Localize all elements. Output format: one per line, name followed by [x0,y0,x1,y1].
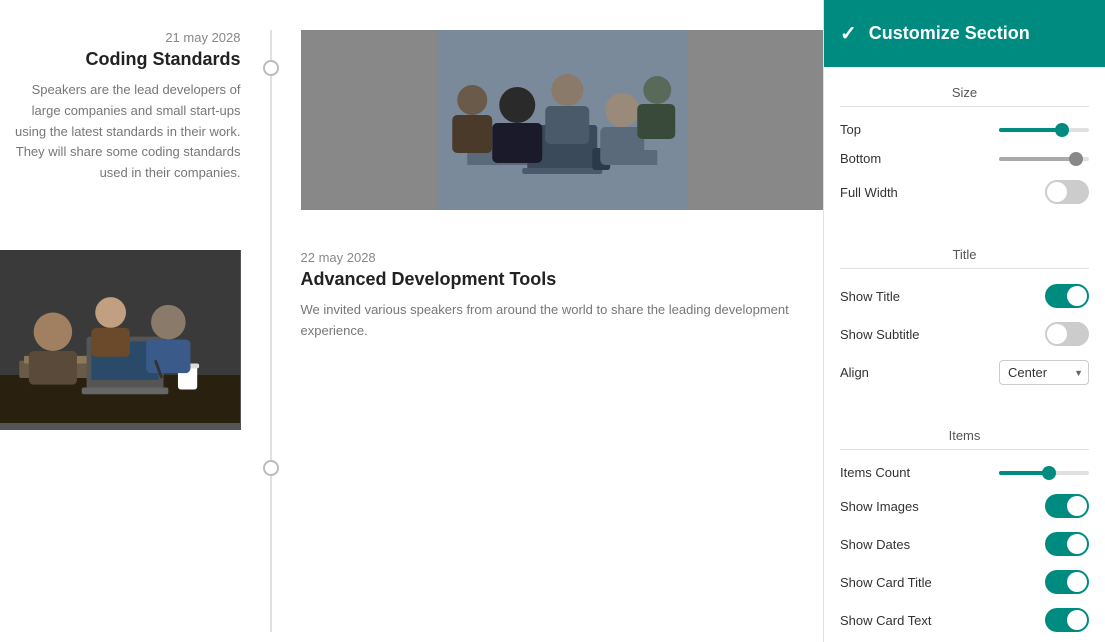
event-right-2: 22 may 2028 Advanced Development Tools W… [271,250,824,342]
show-card-title-label: Show Card Title [840,575,932,590]
show-card-title-toggle[interactable] [1045,570,1089,594]
title-section-label: Title [840,239,1089,269]
show-subtitle-toggle[interactable] [1045,322,1089,346]
show-title-toggle[interactable] [1045,284,1089,308]
show-dates-label: Show Dates [840,537,910,552]
items-section: Items Items Count Show Images Show Dates… [824,410,1105,642]
show-subtitle-label: Show Subtitle [840,327,920,342]
align-select-wrapper[interactable]: Center Left Right [999,360,1089,385]
event-row-1: 21 may 2028 Coding Standards Speakers ar… [0,30,823,210]
panel-header: ✓ Customize Section [824,0,1105,67]
event-title-2: Advanced Development Tools [301,269,824,290]
timeline-dot-2 [263,460,279,476]
show-dates-control: Show Dates [840,525,1089,563]
show-subtitle-control: Show Subtitle [840,315,1089,353]
show-card-text-label: Show Card Text [840,613,932,628]
show-title-label: Show Title [840,289,900,304]
top-slider[interactable] [999,128,1089,132]
items-count-label: Items Count [840,465,910,480]
fullwidth-label: Full Width [840,185,898,200]
size-section-label: Size [840,77,1089,107]
title-section: Title Show Title Show Subtitle Align Cen… [824,229,1105,402]
event-desc-1: Speakers are the lead developers of larg… [0,80,241,184]
show-dates-toggle[interactable] [1045,532,1089,556]
show-images-toggle[interactable] [1045,494,1089,518]
bottom-slider[interactable] [999,157,1089,161]
event-date-2: 22 may 2028 [301,250,824,265]
panel-title: Customize Section [869,23,1030,44]
event-right-1 [271,30,824,210]
right-panel: ✓ Customize Section Size Top Bottom Full… [823,0,1105,642]
event-left-1: 21 may 2028 Coding Standards Speakers ar… [0,30,271,184]
event-image-2 [0,250,241,430]
event-row-2: 22 may 2028 Advanced Development Tools W… [0,250,823,430]
show-card-text-control: Show Card Text [840,601,1089,639]
items-count-slider[interactable] [999,471,1089,475]
main-content: 21 may 2028 Coding Standards Speakers ar… [0,0,823,642]
timeline-dot-1 [263,60,279,76]
size-section: Size Top Bottom Full Width [824,67,1105,221]
show-images-label: Show Images [840,499,919,514]
check-icon: ✓ [840,21,857,46]
bottom-control: Bottom [840,144,1089,173]
fullwidth-control: Full Width [840,173,1089,211]
event-title-1: Coding Standards [0,49,241,70]
bottom-label: Bottom [840,151,881,166]
show-title-control: Show Title [840,277,1089,315]
event-image-1 [301,30,824,210]
items-section-label: Items [840,420,1089,450]
event-image-left-2 [0,250,271,430]
align-control: Align Center Left Right [840,353,1089,392]
event-desc-2: We invited various speakers from around … [301,300,824,342]
items-count-control: Items Count [840,458,1089,487]
align-select[interactable]: Center Left Right [999,360,1089,385]
show-images-control: Show Images [840,487,1089,525]
show-card-text-toggle[interactable] [1045,608,1089,632]
top-control: Top [840,115,1089,144]
event-date-1: 21 may 2028 [0,30,241,45]
align-label: Align [840,365,869,380]
show-card-title-control: Show Card Title [840,563,1089,601]
fullwidth-toggle[interactable] [1045,180,1089,204]
top-label: Top [840,122,861,137]
